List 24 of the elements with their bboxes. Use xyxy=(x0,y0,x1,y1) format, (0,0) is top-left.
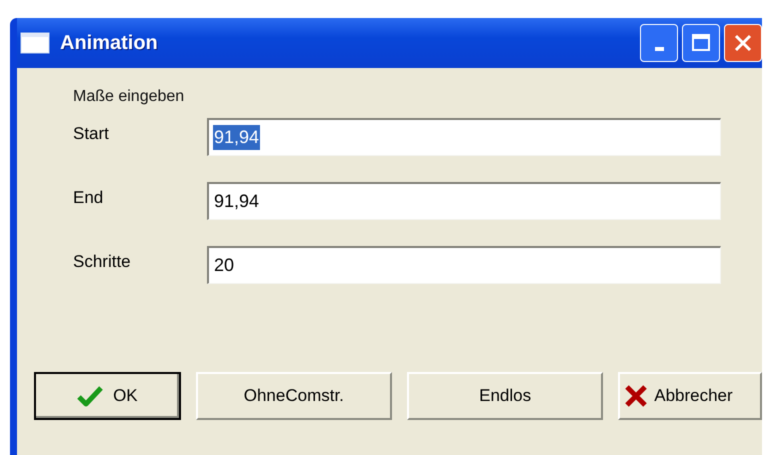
window-icon xyxy=(20,32,50,54)
minimize-icon xyxy=(654,47,664,51)
text-field[interactable]: 91,94 xyxy=(207,118,721,156)
text-field[interactable]: 91,94 xyxy=(207,182,721,220)
field-value: 91,94 xyxy=(213,125,260,150)
field-label: Start xyxy=(73,123,110,144)
window-title: Animation xyxy=(60,32,158,54)
maximize-button[interactable] xyxy=(682,24,720,62)
text-field[interactable]: 20 xyxy=(207,246,721,284)
close-button[interactable] xyxy=(724,24,762,62)
cross-icon xyxy=(624,384,648,408)
minimize-button[interactable] xyxy=(640,24,678,62)
maximize-icon xyxy=(691,33,711,53)
dialog-button[interactable]: Abbrecher xyxy=(618,372,762,420)
dialog-button[interactable]: OK xyxy=(34,372,181,420)
field-value: 91,94 xyxy=(213,190,260,213)
field-label: End xyxy=(73,187,104,208)
dialog-button[interactable]: Endlos xyxy=(406,372,604,420)
close-icon xyxy=(733,33,753,53)
field-value: 20 xyxy=(213,254,236,277)
section-heading: Maße eingeben xyxy=(73,88,186,106)
dialog-button[interactable]: OhneComstr. xyxy=(196,372,392,420)
check-icon xyxy=(77,385,104,407)
field-label: Schritte xyxy=(73,251,132,272)
